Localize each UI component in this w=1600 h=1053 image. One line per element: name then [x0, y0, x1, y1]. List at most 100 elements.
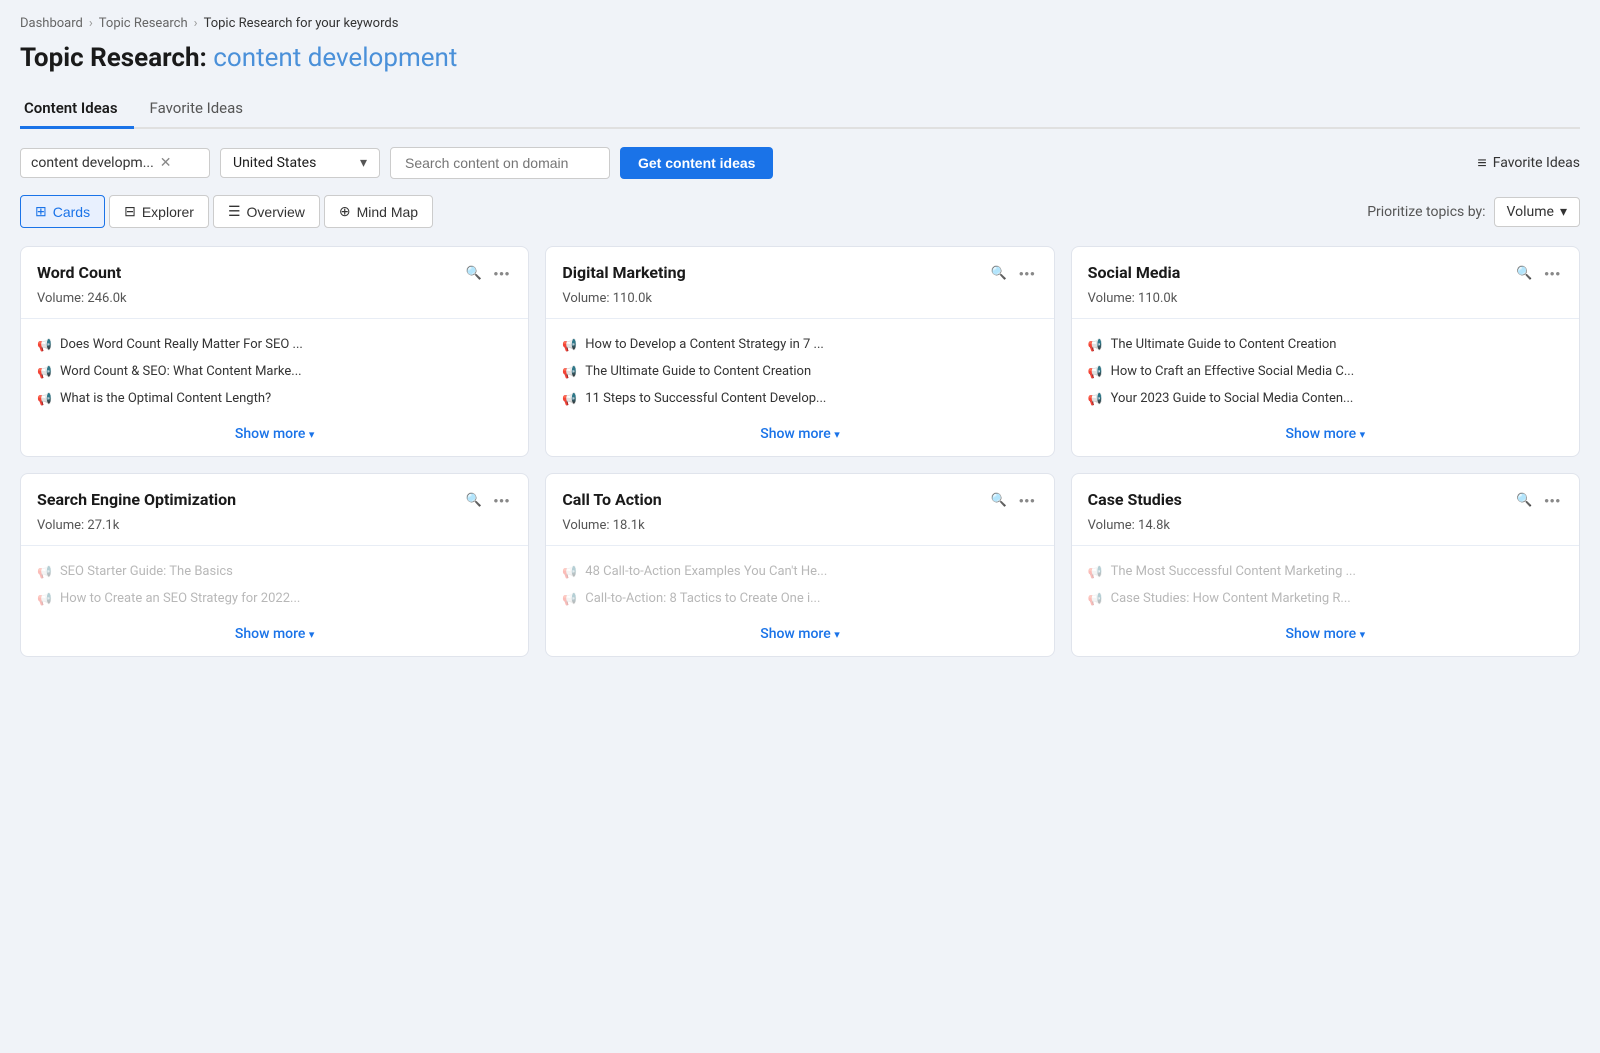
explorer-icon: ⊟: [124, 203, 136, 220]
card-more-icon[interactable]: •••: [492, 264, 513, 283]
clear-keyword-icon[interactable]: ✕: [160, 155, 172, 171]
card-title: Call To Action: [562, 490, 661, 509]
megaphone-icon: 📢: [37, 365, 52, 379]
view-explorer-button[interactable]: ⊟ Explorer: [109, 195, 209, 228]
card-search-icon[interactable]: 🔍: [989, 263, 1009, 283]
show-more-button[interactable]: Show more ▾: [21, 612, 528, 656]
card-item[interactable]: 📢What is the Optimal Content Length?: [37, 385, 512, 412]
breadcrumb-topic-research[interactable]: Topic Research: [99, 16, 188, 31]
card-volume: Volume: 110.0k: [1072, 291, 1579, 318]
card-social-media: Social Media🔍•••Volume: 110.0k📢The Ultim…: [1071, 246, 1580, 457]
mindmap-label: Mind Map: [357, 204, 418, 220]
card-actions: 🔍 •••: [1514, 263, 1563, 283]
card-item[interactable]: 📢The Ultimate Guide to Content Creation: [562, 358, 1037, 385]
card-divider: [546, 318, 1053, 319]
card-seo: Search Engine Optimization🔍•••Volume: 27…: [20, 473, 529, 657]
show-more-button[interactable]: Show more ▾: [546, 612, 1053, 656]
card-header: Call To Action 🔍 •••: [546, 474, 1053, 518]
explorer-label: Explorer: [142, 204, 194, 220]
view-cards-button[interactable]: ⊞ Cards: [20, 195, 105, 228]
card-search-icon[interactable]: 🔍: [463, 490, 483, 510]
card-more-icon[interactable]: •••: [492, 491, 513, 510]
card-divider: [1072, 318, 1579, 319]
card-actions: 🔍 •••: [1514, 490, 1563, 510]
card-actions: 🔍 •••: [463, 263, 512, 283]
card-item[interactable]: 📢How to Craft an Effective Social Media …: [1088, 358, 1563, 385]
card-item[interactable]: 📢The Ultimate Guide to Content Creation: [1088, 331, 1563, 358]
card-items: 📢How to Develop a Content Strategy in 7 …: [546, 331, 1053, 412]
tab-content-ideas[interactable]: Content Ideas: [20, 91, 134, 127]
prioritize-section: Prioritize topics by: Volume ▾: [1367, 197, 1580, 227]
domain-search-input[interactable]: [390, 147, 610, 179]
breadcrumb-current: Topic Research for your keywords: [204, 16, 399, 31]
card-item-text: The Ultimate Guide to Content Creation: [1111, 337, 1337, 352]
card-item-text: SEO Starter Guide: The Basics: [60, 564, 233, 579]
card-header: Word Count🔍•••: [21, 247, 528, 291]
show-more-button[interactable]: Show more ▾: [546, 412, 1053, 456]
card-item[interactable]: 📢Does Word Count Really Matter For SEO .…: [37, 331, 512, 358]
megaphone-icon: 📢: [562, 592, 577, 606]
card-header: Search Engine Optimization🔍•••: [21, 474, 528, 518]
card-item[interactable]: 📢 48 Call-to-Action Examples You Can't He…: [562, 558, 1037, 585]
card-call-to-action: Call To Action🔍•••Volume: 18.1k📢48 Call-…: [545, 473, 1054, 657]
cards-icon: ⊞: [35, 203, 47, 220]
card-item[interactable]: 📢How to Create an SEO Strategy for 2022.…: [37, 585, 512, 612]
keyword-input[interactable]: content developm... ✕: [20, 148, 210, 178]
get-ideas-button[interactable]: Get content ideas: [620, 147, 773, 179]
show-more-button[interactable]: Show more ▾: [21, 412, 528, 456]
card-more-icon[interactable]: •••: [1542, 491, 1563, 510]
card-item-text: How to Develop a Content Strategy in 7 .…: [585, 337, 824, 352]
cards-grid: Word Count🔍•••Volume: 246.0k📢Does Word C…: [20, 246, 1580, 657]
overview-label: Overview: [247, 204, 305, 220]
card-volume: Volume: 110.0k: [546, 291, 1053, 318]
card-item[interactable]: 📢The Most Successful Content Marketing .…: [1088, 558, 1563, 585]
card-actions: 🔍 •••: [989, 490, 1038, 510]
keyword-value: content developm...: [31, 155, 154, 171]
view-overview-button[interactable]: ☰ Overview: [213, 195, 320, 228]
card-item-text: 48 Call-to-Action Examples You Can't He.…: [585, 564, 827, 579]
megaphone-icon: 📢: [37, 592, 52, 606]
breadcrumb-dashboard[interactable]: Dashboard: [20, 16, 83, 31]
card-search-icon[interactable]: 🔍: [1514, 490, 1534, 510]
card-more-icon[interactable]: •••: [1017, 491, 1038, 510]
view-mindmap-button[interactable]: ⊕ Mind Map: [324, 195, 433, 228]
card-divider: [1072, 545, 1579, 546]
card-item-text: The Most Successful Content Marketing ..…: [1111, 564, 1356, 579]
card-item[interactable]: 📢Case Studies: How Content Marketing R..…: [1088, 585, 1563, 612]
card-item-text: Call-to-Action: 8 Tactics to Create One …: [585, 591, 820, 606]
card-item-text: Word Count & SEO: What Content Marke...: [60, 364, 302, 379]
card-word-count: Word Count🔍•••Volume: 246.0k📢Does Word C…: [20, 246, 529, 457]
card-item-text: Your 2023 Guide to Social Media Conten..…: [1111, 391, 1354, 406]
country-selector[interactable]: United States ▾: [220, 148, 380, 178]
card-more-icon[interactable]: •••: [1542, 264, 1563, 283]
show-more-button[interactable]: Show more ▾: [1072, 412, 1579, 456]
card-item[interactable]: 📢 Word Count & SEO: What Content Marke...: [37, 358, 512, 385]
favorite-ideas-link[interactable]: ≡ Favorite Ideas: [1477, 153, 1580, 173]
card-search-icon[interactable]: 🔍: [1514, 263, 1534, 283]
favorite-ideas-label: Favorite Ideas: [1493, 155, 1580, 171]
prioritize-chevron-icon: ▾: [1560, 204, 1567, 220]
tabs-bar: Content Ideas Favorite Ideas: [20, 91, 1580, 129]
card-item[interactable]: 📢Your 2023 Guide to Social Media Conten.…: [1088, 385, 1563, 412]
card-divider: [21, 545, 528, 546]
chevron-down-icon: ▾: [360, 155, 367, 171]
card-item[interactable]: 📢How to Develop a Content Strategy in 7 …: [562, 331, 1037, 358]
card-title: Digital Marketing: [562, 263, 685, 282]
card-search-icon[interactable]: 🔍: [463, 263, 483, 283]
prioritize-select[interactable]: Volume ▾: [1494, 197, 1580, 227]
card-search-icon[interactable]: 🔍: [989, 490, 1009, 510]
card-divider: [21, 318, 528, 319]
country-value: United States: [233, 155, 316, 171]
card-more-icon[interactable]: •••: [1017, 264, 1038, 283]
show-more-button[interactable]: Show more ▾: [1072, 612, 1579, 656]
prioritize-value: Volume: [1507, 204, 1554, 220]
card-item-text: Does Word Count Really Matter For SEO ..…: [60, 337, 303, 352]
tab-favorite-ideas[interactable]: Favorite Ideas: [146, 91, 260, 127]
megaphone-icon: 📢: [562, 565, 577, 579]
mindmap-icon: ⊕: [339, 203, 351, 220]
card-item[interactable]: 📢11 Steps to Successful Content Develop.…: [562, 385, 1037, 412]
card-case-studies: Case Studies🔍•••Volume: 14.8k📢The Most S…: [1071, 473, 1580, 657]
card-item[interactable]: 📢 Call-to-Action: 8 Tactics to Create One…: [562, 585, 1037, 612]
card-item[interactable]: 📢SEO Starter Guide: The Basics: [37, 558, 512, 585]
prioritize-label: Prioritize topics by:: [1367, 204, 1485, 220]
